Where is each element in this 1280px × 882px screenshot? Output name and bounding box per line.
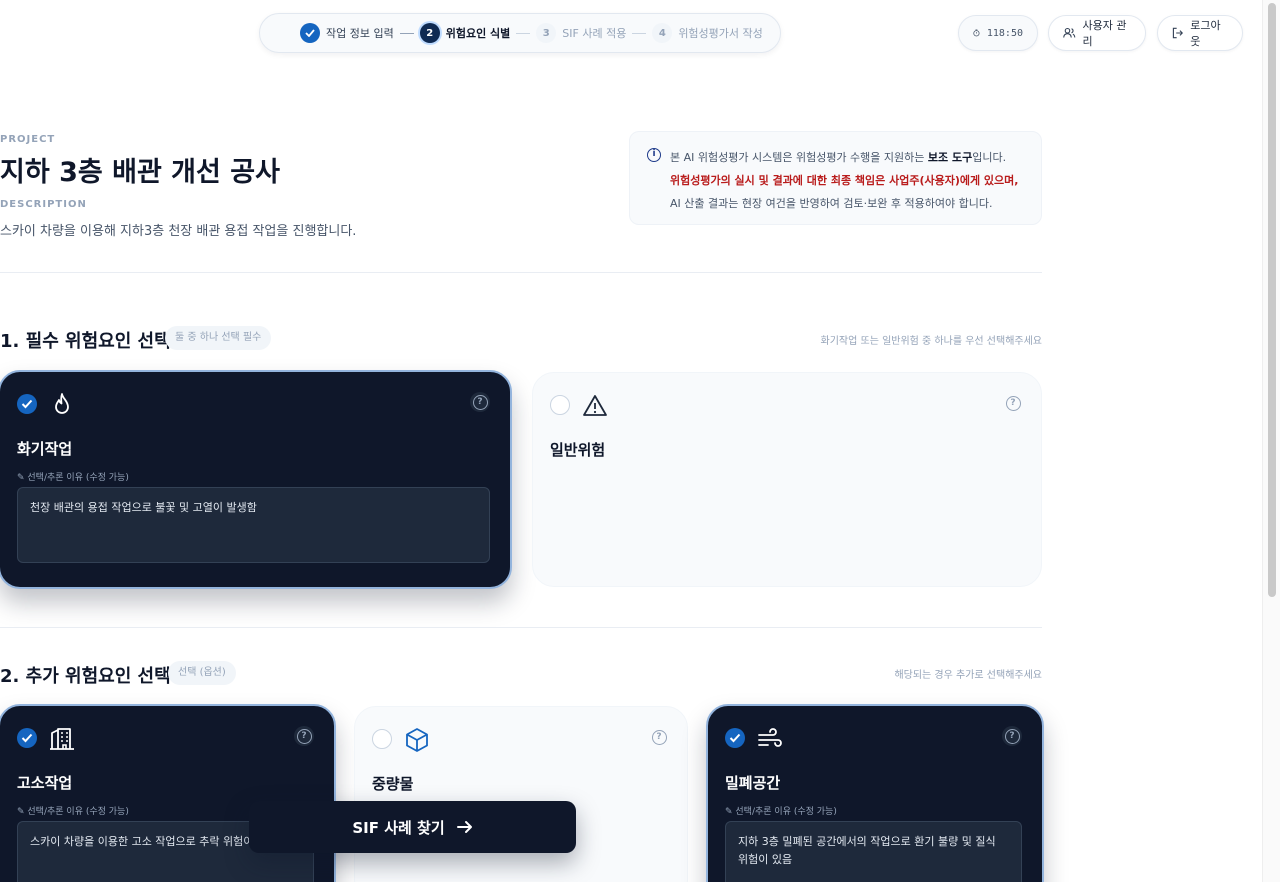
step-1[interactable]: 작업 정보 입력 [300,23,394,43]
notice-line-2: 위험성평가의 실시 및 결과에 대한 최종 책임은 사업주(사용자)에게 있으며… [670,174,1019,187]
info-icon: i [647,148,661,162]
step-label: 위험요인 식별 [445,27,511,40]
divider [0,272,1042,273]
help-icon[interactable]: ? [1003,393,1023,413]
flame-icon [55,393,69,414]
help-icon[interactable]: ? [294,726,314,746]
section-2-hint: 해당되는 경우 추가로 선택해주세요 [894,670,1042,681]
checkbox-checked[interactable] [725,728,745,748]
wind-icon [758,728,782,747]
step-4[interactable]: 4 위험성평가서 작성 [652,23,763,43]
step-label: SIF 사례 적용 [562,27,627,40]
arrow-right-icon [456,821,472,833]
checkbox-checked[interactable] [17,394,37,414]
reason-label: ✎ 선택/추론 이유 (수정 가능) [17,473,129,483]
project-eyebrow: PROJECT [0,134,56,145]
checkbox-unchecked[interactable] [372,729,392,749]
checkbox-checked[interactable] [17,728,37,748]
step-number: 4 [652,23,673,43]
section-2-title: 2. 추가 위험요인 선택 [0,666,171,687]
notice-line-1: 본 AI 위험성평가 시스템은 위험성평가 수행을 지원하는 보조 도구입니다. [670,151,1007,164]
divider [0,627,1042,628]
section-1-title: 1. 필수 위험요인 선택 [0,331,171,352]
step-connector [399,32,414,34]
session-timer: 118:50 [958,15,1038,51]
step-connector [516,32,531,34]
help-icon[interactable]: ? [649,727,669,747]
section-2-badge: 선택 (옵션) [168,661,236,685]
hazard-card-general[interactable]: ? 일반위험 [532,372,1042,587]
find-sif-cases-button[interactable]: SIF 사례 찾기 [249,801,576,853]
scrollbar-thumb[interactable] [1268,3,1276,597]
section-1-hint: 화기작업 또는 일반위험 중 하나를 우선 선택해주세요 [820,336,1042,347]
user-management-label: 사용자 관리 [1082,19,1127,48]
card-title: 밀폐공간 [725,774,781,792]
project-description: 스카이 차량을 이용해 지하3층 천장 배관 용접 작업을 진행합니다. [0,224,357,239]
disclaimer-notice: i 본 AI 위험성평가 시스템은 위험성평가 수행을 지원하는 보조 도구입니… [629,131,1042,225]
step-3[interactable]: 3 SIF 사례 적용 [536,23,626,43]
hazard-card-confined-space[interactable]: ? 밀폐공간 ✎ 선택/추론 이유 (수정 가능) 지하 3층 밀폐된 공간에서… [706,704,1044,882]
notice-line-3: AI 산출 결과는 현장 여건을 반영하여 검토·보완 후 적용하여야 합니다. [670,197,993,210]
logout-label: 로그아웃 [1190,19,1221,48]
description-eyebrow: DESCRIPTION [0,199,87,210]
logout-button[interactable]: 로그아웃 [1157,15,1243,51]
checkbox-unchecked[interactable] [550,395,570,415]
help-icon[interactable]: ? [470,392,490,412]
hazard-card-heavy-load[interactable]: ? 중량물 [354,706,688,882]
user-management-button[interactable]: 사용자 관리 [1048,15,1146,51]
step-connector [632,32,647,34]
warning-icon [583,395,607,416]
find-sif-label: SIF 사례 찾기 [352,818,445,837]
logout-icon [1172,27,1184,39]
building-icon [50,728,74,750]
step-2[interactable]: 2 위험요인 식별 [419,23,511,43]
reason-label: ✎ 선택/추론 이유 (수정 가능) [17,807,129,817]
page-scrollbar[interactable] [1262,0,1280,882]
step-label: 위험성평가서 작성 [678,27,763,40]
users-icon [1063,27,1076,38]
timer-value: 118:50 [986,27,1023,39]
page-title: 지하 3층 배관 개선 공사 [0,157,280,188]
hazard-card-work-at-height[interactable]: ? 고소작업 ✎ 선택/추론 이유 (수정 가능) 스카이 차량을 이용한 고소… [0,704,336,882]
section-1-badge: 둘 중 하나 선택 필수 [165,326,272,350]
step-label: 작업 정보 입력 [326,27,394,40]
progress-stepper: 작업 정보 입력 2 위험요인 식별 3 SIF 사례 적용 4 위험성평가서 … [259,13,781,53]
box-icon [406,728,428,752]
timer-icon [973,29,980,37]
step-number: 2 [419,23,440,43]
card-title: 화기작업 [17,440,73,458]
step-number: 3 [536,23,557,43]
help-icon[interactable]: ? [1002,726,1022,746]
hazard-card-hot-work[interactable]: ? 화기작업 ✎ 선택/추론 이유 (수정 가능) 천장 배관의 용접 작업으로… [0,370,512,589]
card-title: 중량물 [372,775,414,793]
reason-label: ✎ 선택/추론 이유 (수정 가능) [725,807,837,817]
check-icon [300,23,320,43]
reason-textarea[interactable]: 천장 배관의 용접 작업으로 불꽃 및 고열이 발생함 [17,487,490,563]
reason-textarea[interactable]: 지하 3층 밀폐된 공간에서의 작업으로 환기 불량 및 질식 위험이 있음 [725,821,1022,882]
card-title: 일반위험 [550,441,606,459]
card-title: 고소작업 [17,774,73,792]
